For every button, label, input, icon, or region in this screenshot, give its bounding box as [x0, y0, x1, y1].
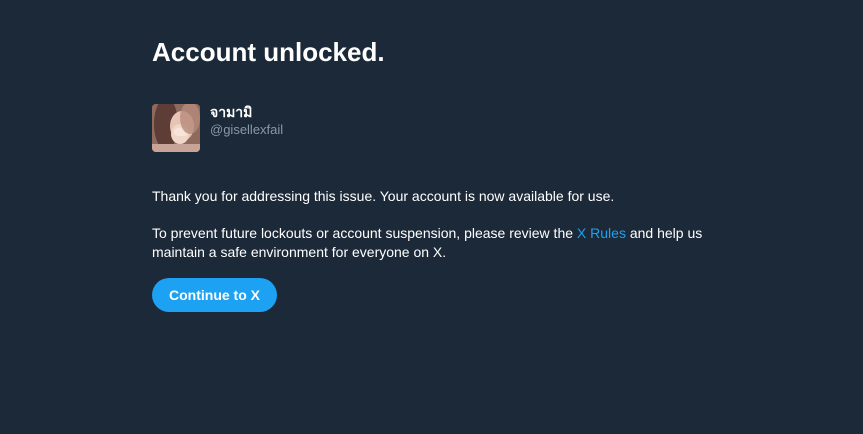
x-rules-link[interactable]: X Rules [577, 225, 626, 241]
avatar [152, 104, 200, 152]
user-card: จามามิ @gisellexfail [152, 104, 283, 152]
page-title: Account unlocked. [152, 37, 385, 67]
user-handle: @gisellexfail [210, 122, 284, 137]
profile-photo-icon [152, 104, 200, 152]
continue-button[interactable]: Continue to X [152, 278, 277, 312]
rules-message: To prevent future lockouts or account su… [152, 224, 722, 262]
rules-message-text-before: To prevent future lockouts or account su… [152, 225, 577, 241]
display-name: จามามิ [210, 104, 253, 120]
user-info: จามามิ @gisellexfail [210, 104, 283, 138]
confirmation-message: Thank you for addressing this issue. You… [152, 188, 615, 204]
